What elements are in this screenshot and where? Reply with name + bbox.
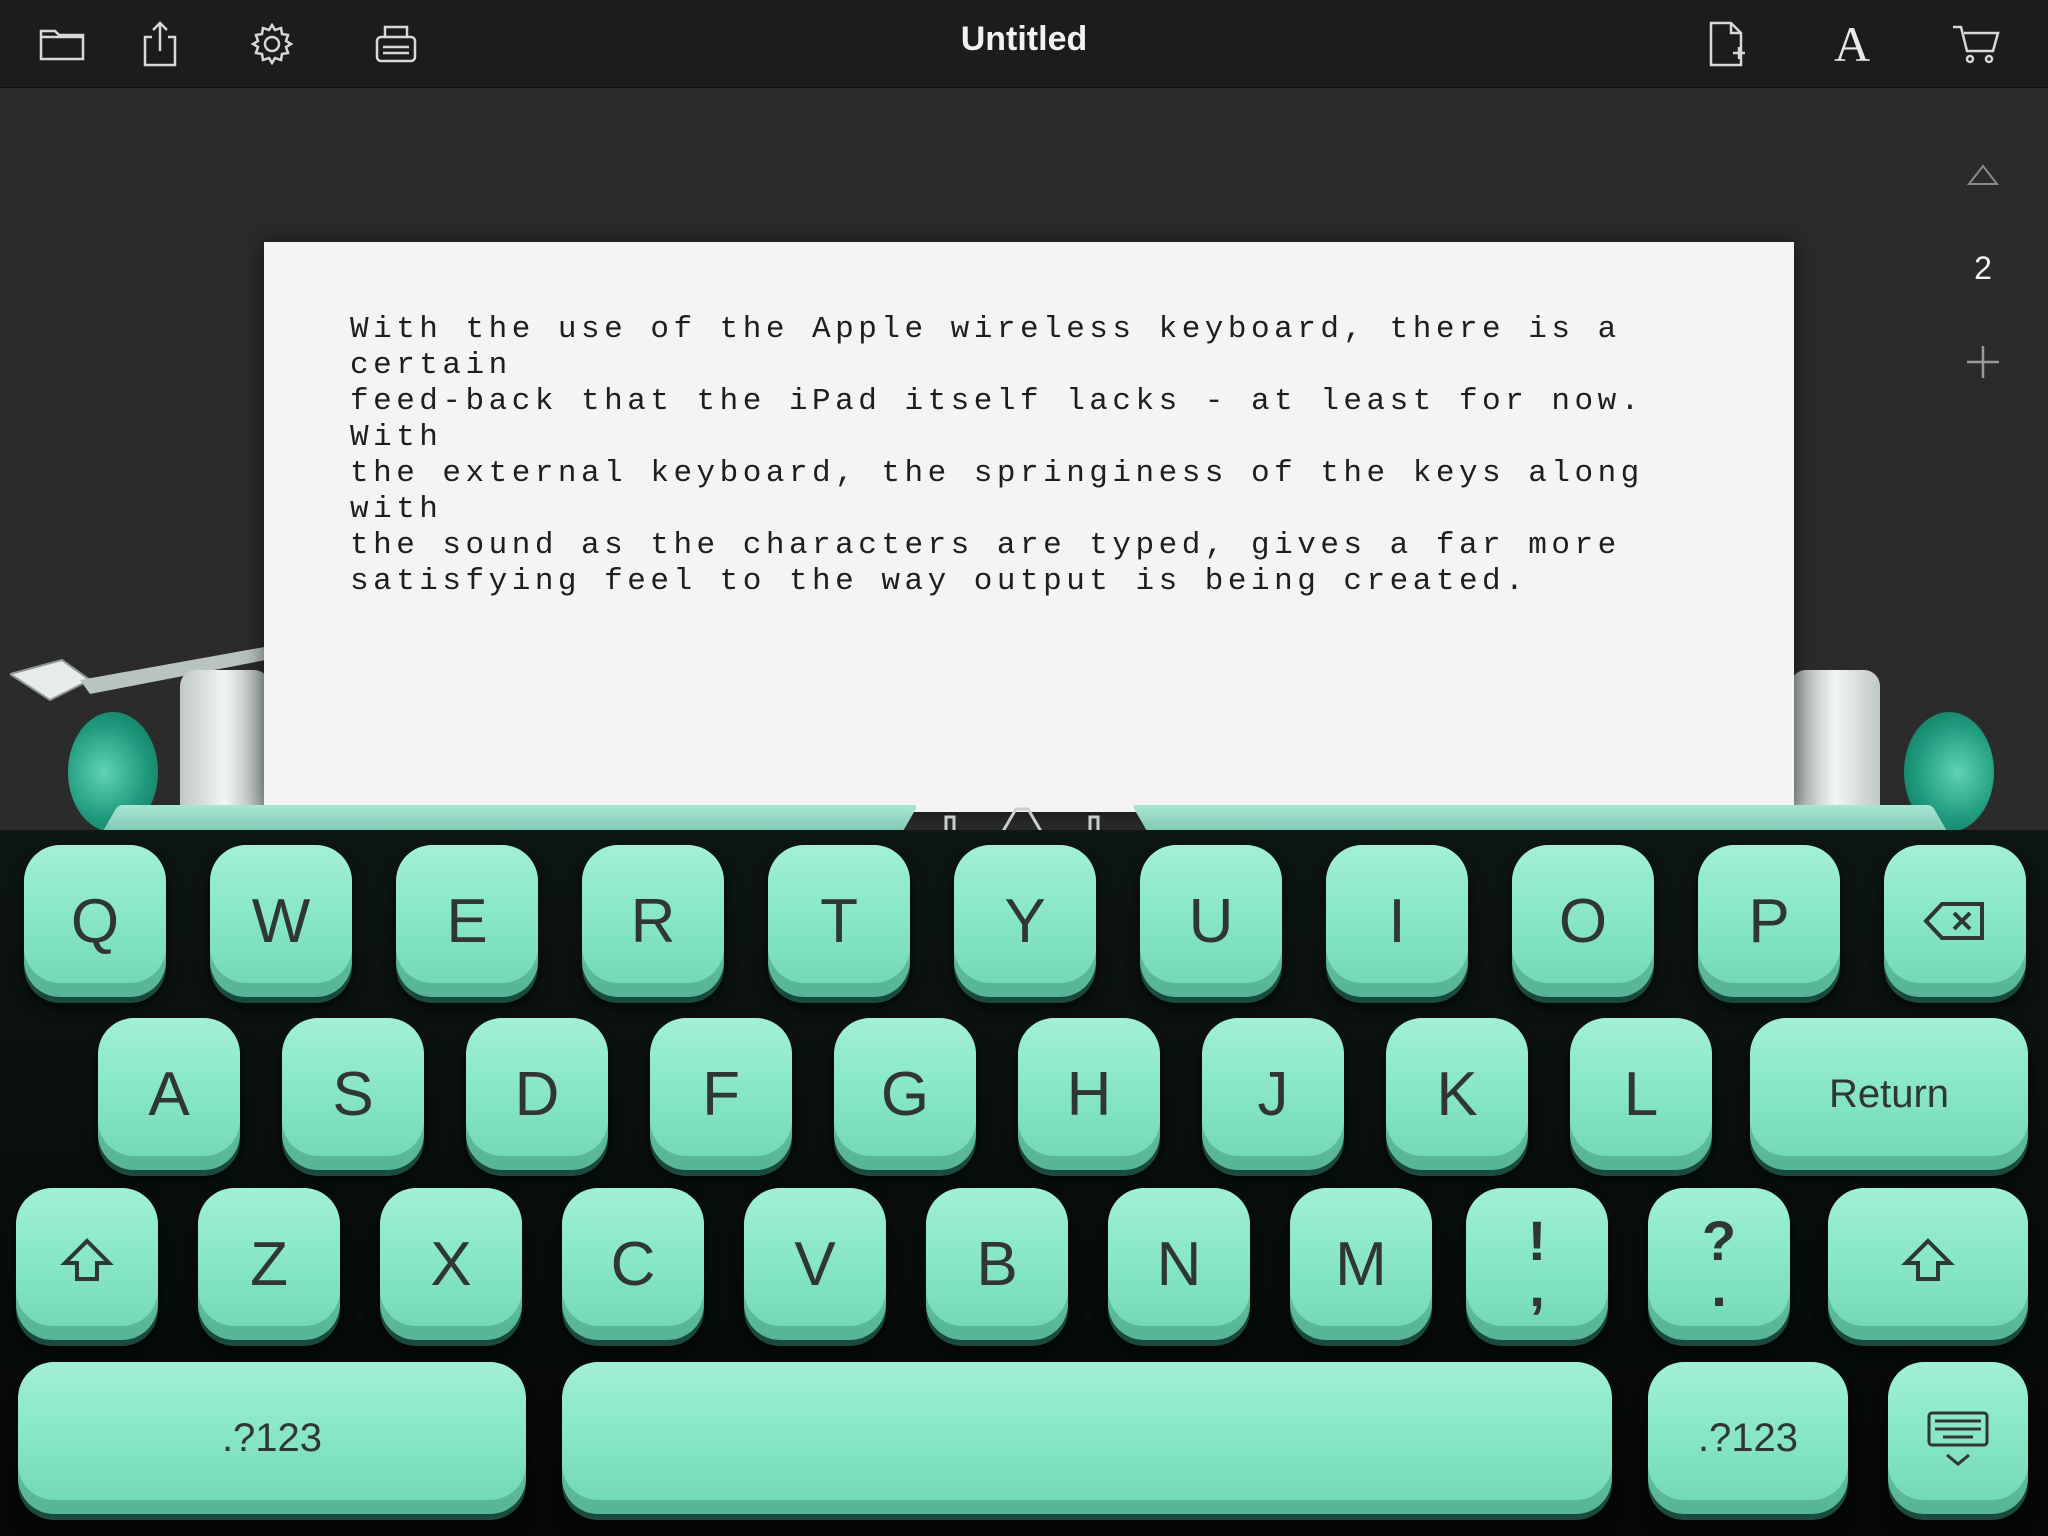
deck-panel-left [101, 805, 919, 833]
add-page-icon[interactable] [1958, 337, 2008, 387]
deck-panel-right [1131, 805, 1949, 833]
key-question-period[interactable]: ? . [1648, 1188, 1790, 1340]
platen-roller-left [180, 670, 270, 820]
key-t[interactable]: T [768, 845, 910, 997]
shift-icon [60, 1238, 114, 1281]
backspace-key[interactable] [1884, 845, 2026, 997]
space-bar[interactable] [562, 1362, 1612, 1514]
shift-key-right[interactable] [1828, 1188, 2028, 1340]
key-j[interactable]: J [1202, 1018, 1344, 1170]
key-i[interactable]: I [1326, 845, 1468, 997]
return-key[interactable]: Return [1750, 1018, 2028, 1170]
cart-icon[interactable] [1950, 18, 2002, 70]
key-w[interactable]: W [210, 845, 352, 997]
previous-page-icon[interactable] [1958, 150, 2008, 200]
key-z[interactable]: Z [198, 1188, 340, 1340]
hide-keyboard-key[interactable] [1888, 1362, 2028, 1514]
key-m[interactable]: M [1290, 1188, 1432, 1340]
key-x[interactable]: X [380, 1188, 522, 1340]
key-s[interactable]: S [282, 1018, 424, 1170]
font-icon[interactable]: A [1826, 16, 1878, 72]
key-l[interactable]: L [1570, 1018, 1712, 1170]
key-g[interactable]: G [834, 1018, 976, 1170]
numbers-key-left[interactable]: .?123 [18, 1362, 526, 1514]
key-h[interactable]: H [1018, 1018, 1160, 1170]
key-exclamation-comma[interactable]: ! , [1466, 1188, 1608, 1340]
paper-sheet[interactable]: With the use of the Apple wireless keybo… [264, 242, 1794, 812]
key-k[interactable]: K [1386, 1018, 1528, 1170]
page-number: 2 [1974, 250, 1992, 286]
shift-key-left[interactable] [16, 1188, 158, 1340]
hide-keyboard-icon [1927, 1411, 1989, 1466]
key-r[interactable]: R [582, 845, 724, 997]
numbers-key-right[interactable]: .?123 [1648, 1362, 1848, 1514]
key-p[interactable]: P [1698, 845, 1840, 997]
key-v[interactable]: V [744, 1188, 886, 1340]
top-toolbar: Untitled A [0, 0, 2048, 88]
key-u[interactable]: U [1140, 845, 1282, 997]
key-y[interactable]: Y [954, 845, 1096, 997]
typed-text: With the use of the Apple wireless keybo… [350, 312, 1644, 599]
key-o[interactable]: O [1512, 845, 1654, 997]
key-q[interactable]: Q [24, 845, 166, 997]
key-f[interactable]: F [650, 1018, 792, 1170]
key-d[interactable]: D [466, 1018, 608, 1170]
key-c[interactable]: C [562, 1188, 704, 1340]
page-navigator: 2 [1958, 150, 2008, 387]
new-page-icon[interactable] [1700, 18, 1752, 70]
key-b[interactable]: B [926, 1188, 1068, 1340]
key-n[interactable]: N [1108, 1188, 1250, 1340]
shift-icon [1901, 1238, 1955, 1281]
platen-roller-right [1790, 670, 1880, 820]
backspace-icon [1923, 902, 1984, 940]
key-a[interactable]: A [98, 1018, 240, 1170]
key-e[interactable]: E [396, 845, 538, 997]
